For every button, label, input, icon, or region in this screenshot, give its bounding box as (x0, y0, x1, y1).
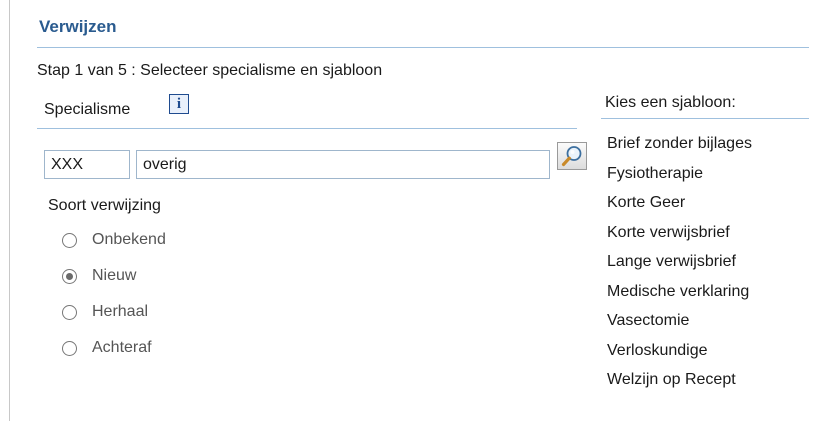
sjabloon-item[interactable]: Vasectomie (607, 311, 752, 341)
sjabloon-item[interactable]: Verloskundige (607, 341, 752, 371)
radio-label: Achteraf (92, 339, 152, 356)
sjabloon-item[interactable]: Korte Geer (607, 193, 752, 223)
specialisme-code-input[interactable] (44, 150, 130, 179)
radio-label: Herhaal (92, 303, 149, 320)
radio-achteraf[interactable]: Achteraf (62, 339, 152, 357)
soort-verwijzing-label: Soort verwijzing (48, 197, 161, 214)
sjabloon-item[interactable]: Lange verwijsbrief (607, 252, 752, 282)
radio-button-checked[interactable] (62, 268, 77, 284)
radio-label: Onbekend (92, 231, 166, 248)
specialisme-divider (37, 128, 577, 129)
info-icon[interactable]: i (169, 94, 189, 114)
sjabloon-item[interactable]: Medische verklaring (607, 282, 752, 312)
sjabloon-list: Brief zonder bijlages Fysiotherapie Kort… (607, 134, 752, 400)
sjabloon-label: Kies een sjabloon: (605, 94, 736, 111)
sjabloon-divider (601, 118, 809, 119)
specialisme-label: Specialisme (44, 101, 131, 118)
radio-button[interactable] (62, 232, 77, 248)
sjabloon-item[interactable]: Brief zonder bijlages (607, 134, 752, 164)
specialisme-name-input[interactable] (136, 150, 550, 179)
radio-button[interactable] (62, 340, 77, 356)
page-title: Verwijzen (39, 17, 117, 36)
title-divider (37, 47, 809, 48)
radio-onbekend[interactable]: Onbekend (62, 231, 166, 249)
sjabloon-item[interactable]: Fysiotherapie (607, 164, 752, 194)
step-indicator: Stap 1 van 5 : Selecteer specialisme en … (37, 62, 383, 79)
sjabloon-item[interactable]: Welzijn op Recept (607, 370, 752, 400)
radio-herhaal[interactable]: Herhaal (62, 303, 148, 321)
radio-button[interactable] (62, 304, 77, 320)
sjabloon-item[interactable]: Korte verwijsbrief (607, 223, 752, 253)
radio-dot (66, 272, 73, 280)
radio-nieuw[interactable]: Nieuw (62, 267, 136, 285)
search-button[interactable] (557, 142, 587, 170)
magnifier-icon (561, 146, 582, 167)
radio-label: Nieuw (92, 267, 137, 284)
left-border (9, 0, 10, 421)
